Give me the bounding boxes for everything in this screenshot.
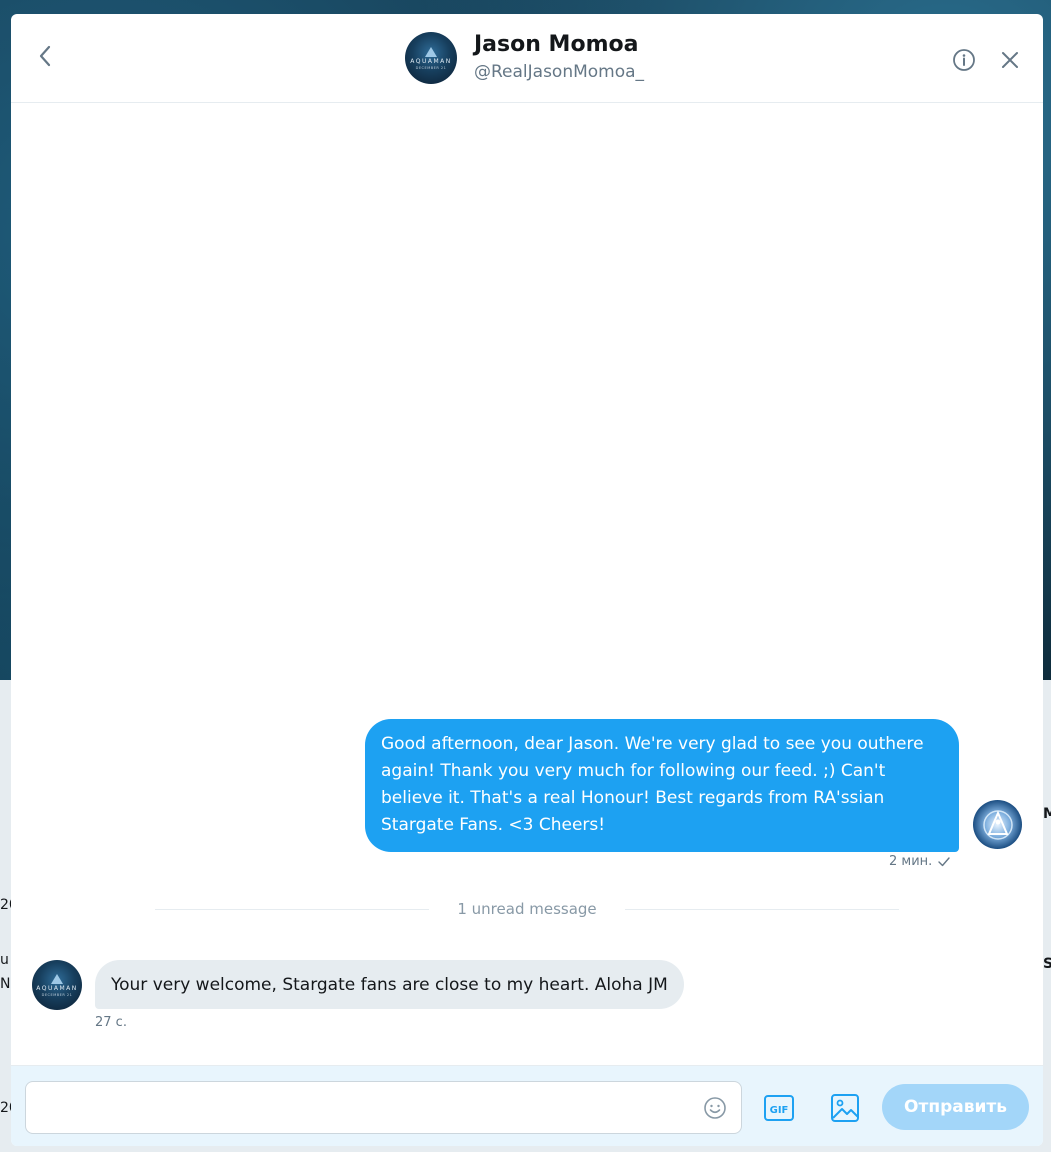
back-button[interactable] (33, 44, 57, 68)
close-icon (1002, 52, 1018, 68)
unread-label: 1 unread message (457, 900, 597, 918)
conversation-name[interactable]: Jason Momoa (474, 32, 644, 58)
background-text: S (1043, 956, 1051, 972)
gif-icon: GIF (764, 1095, 794, 1121)
background-text: N (0, 976, 11, 992)
close-button[interactable] (999, 49, 1021, 71)
message-list[interactable]: Good afternoon, dear Jason. We're very g… (11, 103, 1043, 1065)
avatar[interactable] (973, 800, 1022, 849)
smile-icon (704, 1097, 726, 1119)
conversation-header: AQUAMAN DECEMBER 21 Jason Momoa @RealJas… (11, 14, 1043, 103)
emoji-button[interactable] (703, 1096, 727, 1120)
background-text: u (0, 952, 9, 968)
message-timestamp: 2 мин. (889, 854, 933, 869)
background-text: M (1043, 806, 1051, 822)
message-input[interactable] (26, 1082, 686, 1133)
conversation-identity[interactable]: AQUAMAN DECEMBER 21 Jason Momoa @RealJas… (405, 32, 644, 84)
stargate-logo-icon (982, 809, 1013, 840)
unread-divider: 1 unread message (155, 899, 900, 919)
avatar-logo-subtext: DECEMBER 21 (415, 65, 447, 70)
logo-icon (425, 46, 437, 57)
chevron-left-icon (39, 45, 51, 67)
avatar-logo-subtext: DECEMBER 21 (41, 992, 73, 997)
avatar-logo-text: AQUAMAN (410, 57, 452, 65)
outgoing-message-bubble[interactable]: Good afternoon, dear Jason. We're very g… (365, 719, 959, 852)
compose-field-wrapper[interactable] (25, 1081, 742, 1134)
media-button[interactable] (829, 1092, 861, 1124)
message-timestamp: 27 с. (95, 1015, 127, 1030)
info-icon (953, 49, 975, 71)
conversation-handle: @RealJasonMomoa_ (474, 62, 645, 82)
image-icon (831, 1094, 859, 1122)
incoming-message-bubble[interactable]: Your very welcome, Stargate fans are clo… (95, 960, 684, 1009)
message-composer: GIF Отправить (11, 1065, 1043, 1146)
avatar[interactable]: AQUAMAN DECEMBER 21 (32, 960, 82, 1010)
gif-button[interactable]: GIF (763, 1093, 795, 1123)
send-button[interactable]: Отправить (882, 1084, 1029, 1130)
avatar-logo-text: AQUAMAN (36, 984, 78, 992)
dm-conversation-modal: AQUAMAN DECEMBER 21 Jason Momoa @RealJas… (11, 14, 1043, 1146)
avatar[interactable]: AQUAMAN DECEMBER 21 (405, 32, 457, 84)
outgoing-message-meta: 2 мин. (889, 854, 950, 869)
info-button[interactable] (952, 48, 976, 72)
check-icon (938, 856, 950, 866)
logo-icon (51, 973, 63, 984)
svg-text:GIF: GIF (770, 1105, 789, 1116)
